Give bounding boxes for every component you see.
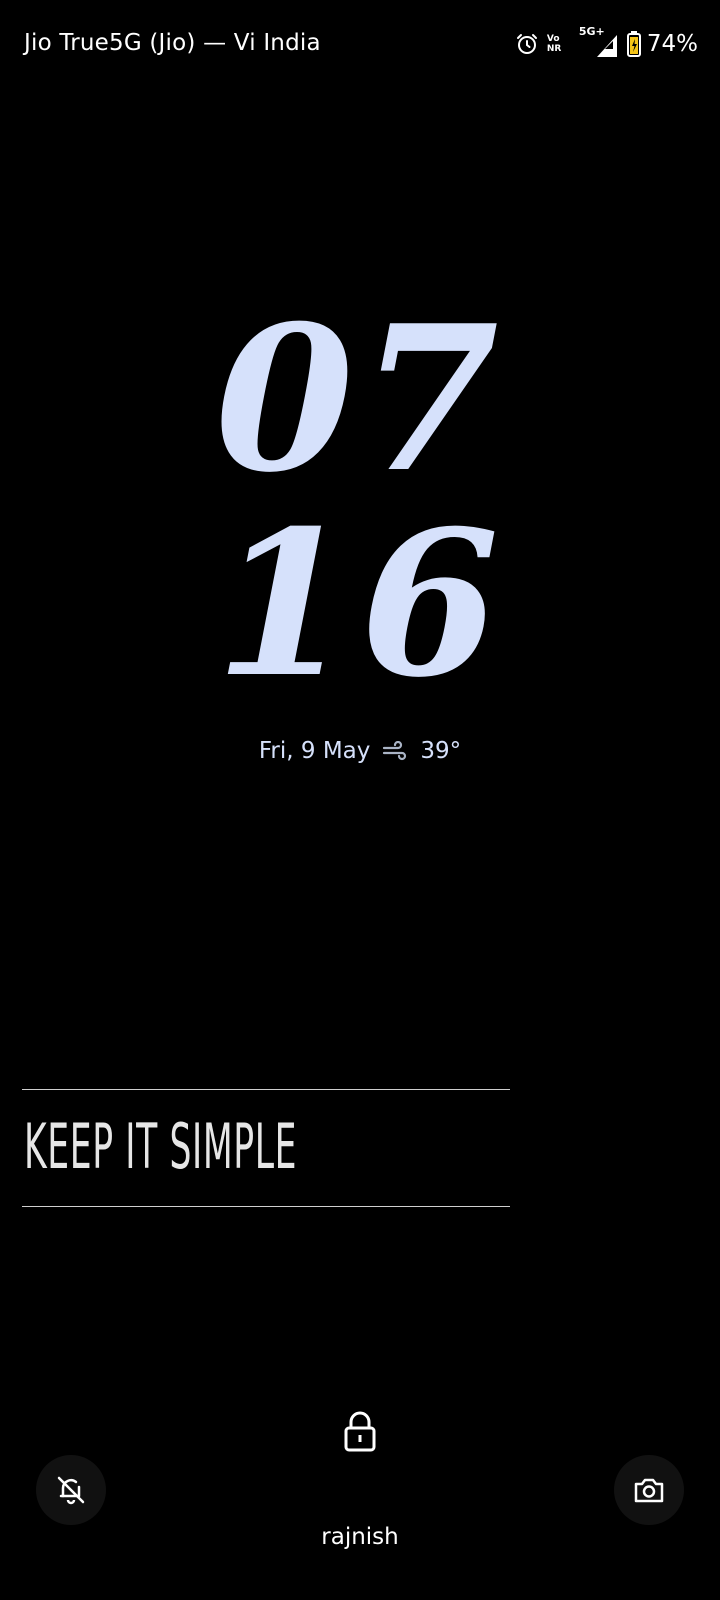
clock-hours: 07 — [214, 282, 506, 517]
lock-screen: Jio True5G (Jio) — Vi India Vo NR 5G+ 74… — [0, 0, 720, 1600]
status-bar: Jio True5G (Jio) — Vi India Vo NR 5G+ 74… — [0, 0, 720, 90]
volte-label-bottom: NR — [546, 44, 562, 54]
owner-name: rajnish — [321, 1524, 399, 1550]
alarm-icon — [516, 34, 537, 54]
battery-percent: 74% — [646, 31, 698, 57]
battery-icon — [626, 31, 641, 57]
bell-off-icon — [57, 1476, 85, 1505]
signal-icon: 5G+ — [579, 25, 619, 59]
silent-mode-button[interactable] — [36, 1455, 106, 1525]
lock-icon[interactable] — [342, 1410, 378, 1454]
camera-icon — [634, 1478, 664, 1503]
date-text: Fri, 9 May — [258, 738, 371, 764]
status-icons: Vo NR 5G+ 74% — [515, 25, 698, 60]
camera-button[interactable] — [614, 1455, 684, 1525]
clock-minutes: 16 — [214, 487, 506, 722]
temperature-text: 39° — [420, 738, 462, 764]
quote-text: KEEP IT SIMPLE — [24, 1110, 298, 1183]
carrier-name: Jio True5G (Jio) — Vi India — [24, 30, 321, 56]
quote-widget[interactable]: KEEP IT SIMPLE — [22, 1089, 510, 1207]
date-weather[interactable]: Fri, 9 May 39° — [0, 738, 720, 764]
volte-label-top: Vo — [546, 34, 560, 44]
wind-icon — [383, 741, 407, 761]
volte-icon: Vo NR — [547, 34, 571, 54]
